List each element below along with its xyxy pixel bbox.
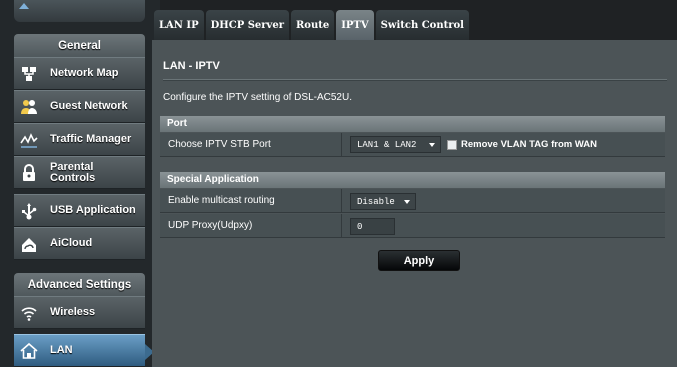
sidebar-item-label: Traffic Manager [50,133,132,145]
select-value: LAN1 & LAN2 [357,140,417,150]
sidebar-item-label: USB Application [50,204,136,216]
dropdown-arrow-icon [429,143,435,147]
row-udp-proxy: UDP Proxy(Udpxy) 0 [160,214,665,238]
field-label: Choose IPTV STB Port [160,133,342,156]
section-header-port: Port [160,116,665,132]
sidebar-top-strip [14,0,145,22]
sidebar: General Network Map Guest Network Traffi… [0,0,160,367]
row-multicast-routing: Enable multicast routing Disable [160,189,665,213]
aicloud-icon [22,237,36,252]
tab-bar: LAN IP DHCP Server Route IPTV Switch Con… [154,10,471,40]
stb-port-select[interactable]: LAN1 & LAN2 [350,136,441,153]
advanced-settings-header: Advanced Settings [14,273,145,297]
sidebar-item-label: Wireless [50,306,96,318]
sidebar-item-guest-network[interactable]: Guest Network [14,90,145,123]
sidebar-item-label: AiCloud [50,237,93,249]
sidebar-item-network-map[interactable]: Network Map [14,57,145,90]
input-value: 0 [357,222,363,232]
main-panel: LAN - IPTV Configure the IPTV setting of… [152,40,677,367]
wifi-icon [21,306,37,321]
lock-icon [23,163,35,181]
tab-dhcp-server[interactable]: DHCP Server [205,10,289,40]
sidebar-item-aicloud[interactable]: AiCloud [14,227,145,260]
select-value: Disable [357,197,395,207]
multicast-routing-select[interactable]: Disable [350,193,416,210]
home-icon [20,342,38,359]
row-iptv-stb-port: Choose IPTV STB Port LAN1 & LAN2 Remove … [160,133,665,157]
field-label: UDP Proxy(Udpxy) [160,214,342,237]
tab-switch-control[interactable]: Switch Control [375,10,469,40]
title-divider-shadow [163,80,667,81]
sidebar-item-parental-controls[interactable]: Parental Controls [14,156,145,189]
usb-application-icon [22,202,37,219]
sidebar-item-usb-application[interactable]: USB Application [14,194,145,227]
dropdown-arrow-icon [404,200,410,204]
network-map-icon [22,66,36,81]
apply-button[interactable]: Apply [378,250,460,271]
page-description: Configure the IPTV setting of DSL-AC52U. [163,92,352,103]
sidebar-item-wireless[interactable]: Wireless [14,296,145,329]
field-label: Enable multicast routing [160,189,342,212]
traffic-manager-icon [20,132,38,148]
page-title: LAN - IPTV [163,60,220,72]
sidebar-item-lan[interactable]: LAN [14,334,154,367]
tab-iptv[interactable]: IPTV [336,10,374,40]
guest-network-icon [21,99,37,114]
caret-up-icon [19,3,29,9]
tab-lan-ip[interactable]: LAN IP [154,10,204,40]
sidebar-item-label: Parental Controls [50,160,96,184]
tab-route[interactable]: Route [290,10,335,40]
sidebar-item-label: Guest Network [50,100,128,112]
section-header-special-application: Special Application [160,172,665,188]
sidebar-item-label: LAN [50,344,73,356]
remove-vlan-checkbox[interactable] [447,140,457,150]
remove-vlan-label: Remove VLAN TAG from WAN [461,139,598,150]
general-header: General [14,34,145,58]
udp-proxy-input[interactable]: 0 [350,218,395,235]
sidebar-item-traffic-manager[interactable]: Traffic Manager [14,123,145,156]
sidebar-item-label: Network Map [50,67,119,79]
